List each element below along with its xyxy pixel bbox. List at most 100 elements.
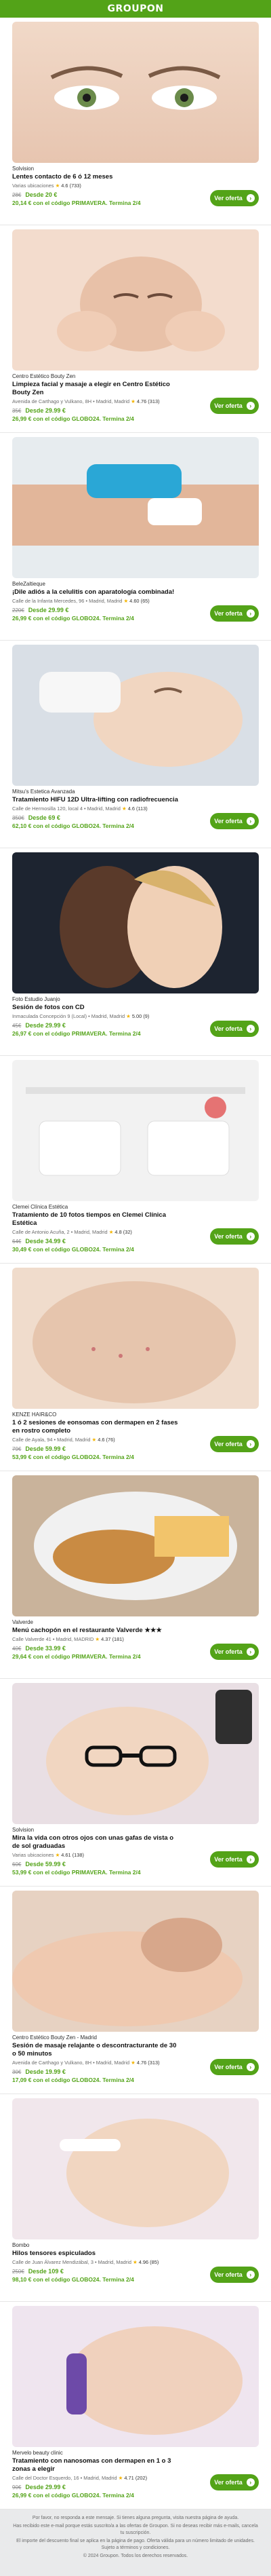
deal-merchant: Solvision	[12, 1827, 35, 1833]
deal-image[interactable]	[12, 437, 259, 578]
deal-card[interactable]: Bombo Hilos tensores espiculados Calle d…	[0, 2094, 271, 2302]
star-icon: ★	[131, 398, 136, 404]
deal-card[interactable]: BeleZaltieque ¡Dile adiós a la celulitis…	[0, 433, 271, 641]
deal-card[interactable]: Foto Estudio Juanjo Sesión de fotos con …	[0, 848, 271, 1056]
deal-title[interactable]: Lentes contacto de 6 ó 12 meses	[12, 173, 178, 181]
deal-image[interactable]	[12, 852, 259, 993]
footer-help-text: Por favor, no responda a este mensaje. S…	[32, 2516, 239, 2520]
deal-card[interactable]: Solvision Mira la vida con otros ojos co…	[0, 1679, 271, 1887]
star-icon: ★	[95, 1636, 100, 1642]
view-offer-button[interactable]: Ver oferta ›	[210, 1644, 259, 1660]
deal-title[interactable]: Hilos tensores espiculados	[12, 2250, 178, 2258]
chevron-right-icon: ›	[246, 2271, 255, 2279]
view-offer-button[interactable]: Ver oferta ›	[210, 605, 259, 622]
star-icon: ★	[133, 2259, 138, 2265]
deal-title[interactable]: Tratamiento de 10 fotos tiempos en Cleme…	[12, 1211, 178, 1228]
view-offer-label: Ver oferta	[214, 2064, 243, 2070]
deal-merchant: KENZE HAIR&CO	[12, 1412, 57, 1418]
star-icon: ★	[55, 183, 60, 189]
deal-old-price: 64€	[12, 1238, 22, 1245]
deal-title[interactable]: ¡Dile adiós a la celulitis con aparatolo…	[12, 588, 178, 596]
deal-image[interactable]	[12, 229, 259, 371]
deal-review-count: (138)	[72, 1852, 84, 1858]
deal-new-price: Desde 29.99 €	[25, 2484, 66, 2490]
deal-card[interactable]: Centro Estético Bouty Zen - Madrid Sesió…	[0, 1887, 271, 2094]
view-offer-button[interactable]: Ver oferta ›	[210, 2474, 259, 2490]
deal-image[interactable]	[12, 1683, 259, 1824]
deal-info: Bombo Hilos tensores espiculados Calle d…	[12, 2242, 259, 2298]
deal-image[interactable]	[12, 645, 259, 786]
deal-rating: ★ 4.71 (202)	[119, 2475, 147, 2481]
deal-title[interactable]: Sesión de fotos con CD	[12, 1004, 178, 1012]
deal-image[interactable]	[12, 2098, 259, 2239]
deal-card[interactable]: KENZE HAIR&CO 1 ó 2 sesiones de eonsomas…	[0, 1264, 271, 1471]
deal-rating-value: 4.60	[129, 598, 140, 604]
deal-new-price: Desde 19.99 €	[25, 2068, 66, 2075]
view-offer-button[interactable]: Ver oferta ›	[210, 2267, 259, 2283]
deal-address: Calle de Ayala, 94 • Madrid, Madrid	[12, 1437, 91, 1443]
deal-card[interactable]: Centro Estético Bouty Zen Limpieza facia…	[0, 225, 271, 433]
deal-new-price: Desde 109 €	[28, 2268, 64, 2275]
view-offer-button[interactable]: Ver oferta ›	[210, 2059, 259, 2075]
view-offer-button[interactable]: Ver oferta ›	[210, 190, 259, 206]
deal-image[interactable]	[12, 1475, 259, 1616]
deal-image[interactable]	[12, 1891, 259, 2032]
deal-title[interactable]: Tratamiento con nanosomas con dermapen e…	[12, 2457, 178, 2474]
view-offer-button[interactable]: Ver oferta ›	[210, 1436, 259, 1452]
deal-title[interactable]: Mira la vida con otros ojos con unas gaf…	[12, 1834, 178, 1851]
deal-new-price: Desde 34.99 €	[25, 1238, 66, 1245]
view-offer-label: Ver oferta	[214, 1648, 243, 1655]
deal-review-count: (65)	[140, 598, 150, 604]
deal-card[interactable]: Mitsu's Estetica Avanzada Tratamiento HI…	[0, 641, 271, 848]
deal-promo-code: 53,99 € con el código PRIMAVERA. Termina…	[12, 1869, 141, 1876]
deal-address-line: Calle Valverde 41 • Madrid, MADRID ★ 4.3…	[12, 1636, 259, 1643]
deal-title[interactable]: Sesión de masaje relajante o descontract…	[12, 2042, 178, 2058]
deal-title[interactable]: 1 ó 2 sesiones de eonsomas con dermapen …	[12, 1419, 178, 1435]
view-offer-label: Ver oferta	[214, 1025, 243, 1032]
deal-rating: ★ 4.76 (313)	[131, 398, 159, 404]
chevron-right-icon: ›	[246, 2063, 255, 2071]
deal-title[interactable]: Limpieza facial y masaje a elegir en Cen…	[12, 381, 178, 397]
deal-merchant: Mervelo beauty clinic	[12, 2450, 63, 2456]
deal-card[interactable]: Mervelo beauty clinic Tratamiento con na…	[0, 2302, 271, 2509]
deal-image[interactable]	[12, 1060, 259, 1201]
deal-title[interactable]: Menú cachopón en el restaurante Valverde…	[12, 1627, 178, 1635]
deal-info: KENZE HAIR&CO 1 ó 2 sesiones de eonsomas…	[12, 1412, 259, 1467]
chevron-right-icon: ›	[246, 1648, 255, 1656]
deal-image[interactable]	[12, 2306, 259, 2447]
deal-info: BeleZaltieque ¡Dile adiós a la celulitis…	[12, 581, 259, 637]
deal-rating-value: 4.96	[138, 2259, 149, 2265]
view-offer-button[interactable]: Ver oferta ›	[210, 398, 259, 414]
deal-review-count: (9)	[143, 1013, 150, 1019]
deal-rating: ★ 4.61 (138)	[56, 1852, 84, 1858]
deal-rating-value: 5.00	[131, 1013, 142, 1019]
deal-old-price: 28€	[12, 192, 22, 198]
deal-merchant: Mitsu's Estetica Avanzada	[12, 789, 75, 795]
deal-image[interactable]	[12, 22, 259, 163]
view-offer-button[interactable]: Ver oferta ›	[210, 813, 259, 829]
deal-title[interactable]: Tratamiento HIFU 12D Ultra-lifting con r…	[12, 796, 178, 804]
deal-rating: ★ 5.00 (9)	[126, 1013, 149, 1019]
deal-new-price: Desde 29.99 €	[25, 1022, 66, 1029]
deal-new-price: Desde 33.99 €	[25, 1645, 66, 1652]
footer-legal-text: El importe del descuento final se aplica…	[16, 2539, 255, 2550]
view-offer-button[interactable]: Ver oferta ›	[210, 1228, 259, 1245]
deal-promo-code: 30,49 € con el código GLOBO24. Termina 2…	[12, 1246, 134, 1253]
deal-promo-code: 26,99 € con el código GLOBO24. Termina 2…	[12, 2492, 134, 2499]
deal-promo-code: 53,99 € con el código GLOBO24. Termina 2…	[12, 1454, 134, 1460]
deal-new-price: Desde 59.99 €	[25, 1445, 66, 1452]
deal-new-price: Desde 20 €	[25, 191, 58, 198]
groupon-logo[interactable]: GROUPON	[108, 3, 164, 14]
deal-old-price: 60€	[12, 1861, 22, 1868]
deal-card[interactable]: Clemei Clínica Estética Tratamiento de 1…	[0, 1056, 271, 1264]
view-offer-button[interactable]: Ver oferta ›	[210, 1021, 259, 1037]
deal-old-price: 250€	[12, 2269, 24, 2275]
view-offer-label: Ver oferta	[214, 402, 243, 409]
view-offer-button[interactable]: Ver oferta ›	[210, 1851, 259, 1868]
deal-merchant: BeleZaltieque	[12, 581, 45, 587]
deal-address-line: Calle de la Infanta Mercedes, 96 • Madri…	[12, 598, 259, 605]
deal-new-price: Desde 29.99 €	[28, 607, 69, 613]
deal-card[interactable]: Valverde Menú cachopón en el restaurante…	[0, 1471, 271, 1679]
deal-image[interactable]	[12, 1268, 259, 1409]
deal-card[interactable]: Solvision Lentes contacto de 6 ó 12 mese…	[0, 18, 271, 225]
